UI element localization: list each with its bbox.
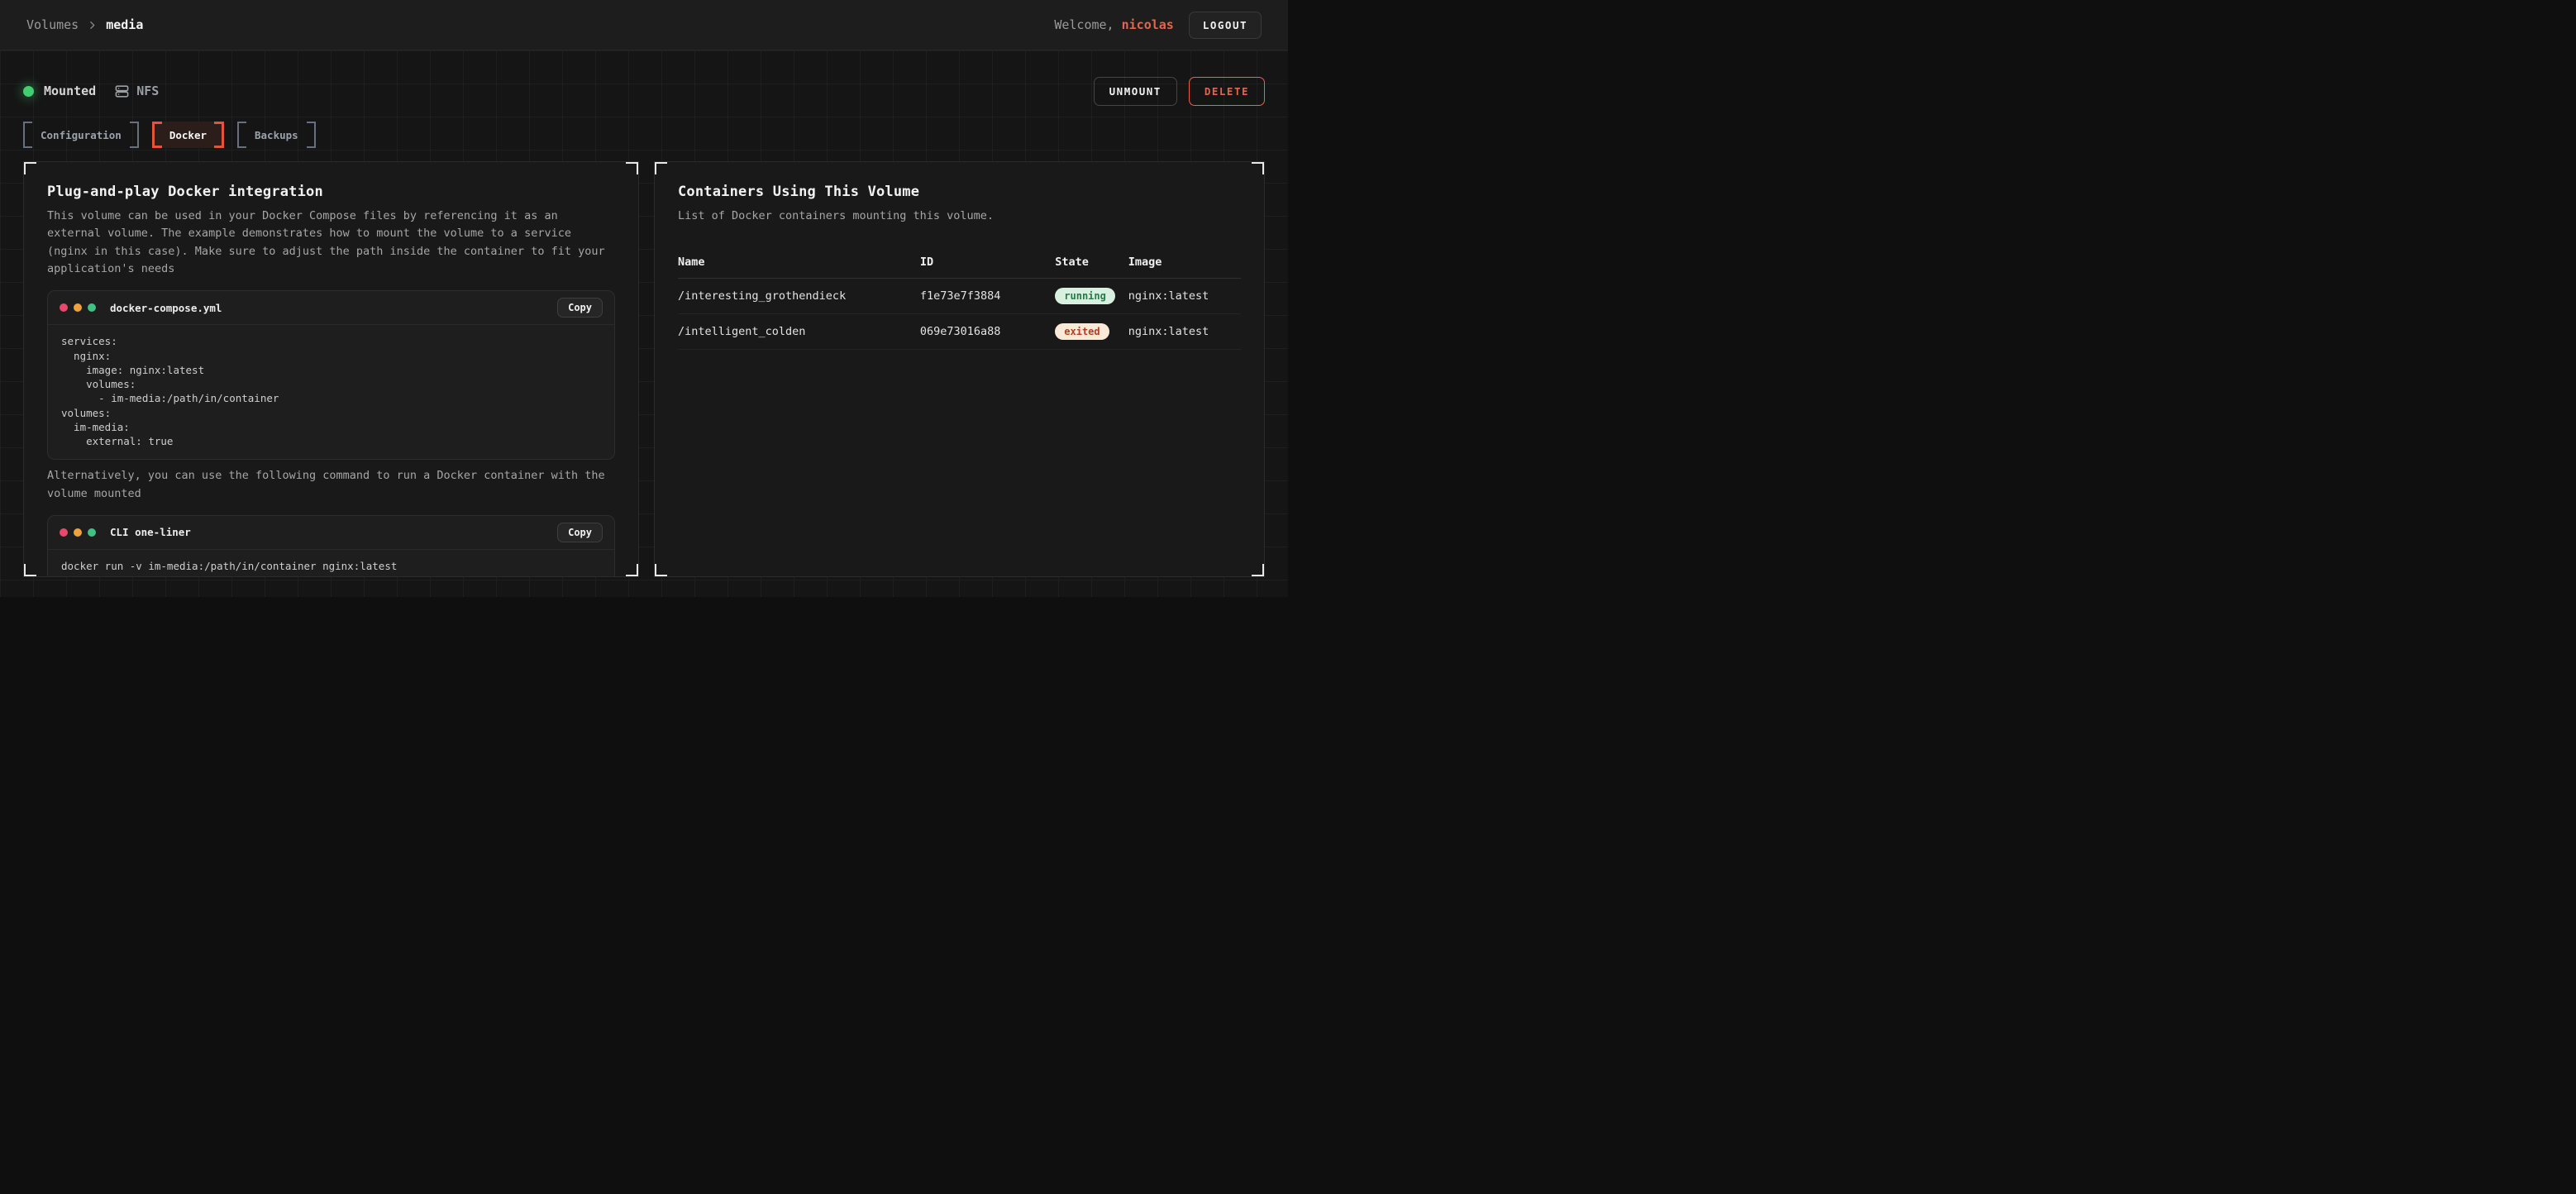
panels: Plug-and-play Docker integration This vo…: [23, 161, 1265, 577]
nfs-type: NFS: [114, 84, 159, 99]
cli-code: docker run -v im-media:/path/in/containe…: [61, 559, 601, 573]
nfs-label: NFS: [136, 84, 159, 98]
tab-backups[interactable]: Backups: [237, 122, 316, 148]
col-header-id: ID: [920, 256, 1055, 269]
copy-compose-button[interactable]: Copy: [557, 298, 603, 318]
tab-docker[interactable]: Docker: [152, 122, 224, 148]
cli-filename: CLI one-liner: [110, 526, 191, 538]
panel-corner-decoration: [23, 564, 36, 577]
compose-filename: docker-compose.yml: [110, 302, 222, 314]
username: nicolas: [1122, 17, 1174, 32]
volume-detail-page: Volumes media Welcome, nicolas LOGOUT Mo…: [0, 0, 1288, 597]
delete-button[interactable]: DELETE: [1189, 77, 1265, 106]
panel-corner-decoration: [1252, 564, 1265, 577]
container-name: /interesting_grothendieck: [678, 289, 920, 303]
breadcrumb-volumes-link[interactable]: Volumes: [26, 17, 79, 32]
container-id: 069e73016a88: [920, 325, 1055, 338]
volume-actions: UNMOUNT DELETE: [1094, 77, 1265, 106]
status-row: Mounted NFS UNMOUNT DELETE: [23, 77, 1265, 105]
tab-configuration[interactable]: Configuration: [23, 122, 139, 148]
chevron-right-icon: [87, 20, 98, 31]
yellow-dot-icon: [74, 303, 82, 312]
traffic-light-dots-icon: [60, 528, 96, 537]
breadcrumb: Volumes media: [26, 17, 143, 32]
panel-corner-decoration: [1252, 161, 1265, 174]
top-bar-right: Welcome, nicolas LOGOUT: [1054, 12, 1262, 39]
cli-code-body: docker run -v im-media:/path/in/containe…: [48, 550, 614, 577]
col-header-state: State: [1055, 256, 1128, 269]
breadcrumb-current-volume: media: [106, 17, 143, 32]
container-id: f1e73e7f3884: [920, 289, 1055, 303]
compose-code-body: services: nginx: image: nginx:latest vol…: [48, 325, 614, 459]
server-stack-icon: [114, 84, 130, 99]
panel-corner-decoration: [654, 161, 667, 174]
table-row: /interesting_grothendieck f1e73e7f3884 r…: [678, 279, 1241, 314]
container-image: nginx:latest: [1128, 289, 1241, 303]
containers-panel: Containers Using This Volume List of Doc…: [654, 161, 1265, 577]
unmount-button[interactable]: UNMOUNT: [1094, 77, 1177, 106]
red-dot-icon: [60, 528, 68, 537]
cli-code-block: CLI one-liner Copy docker run -v im-medi…: [47, 515, 615, 577]
container-image: nginx:latest: [1128, 325, 1241, 338]
compose-code-block: docker-compose.yml Copy services: nginx:…: [47, 290, 615, 460]
cli-intro-text: Alternatively, you can use the following…: [47, 467, 615, 503]
panel-corner-decoration: [626, 564, 639, 577]
traffic-light-dots-icon: [60, 303, 96, 312]
yellow-dot-icon: [74, 528, 82, 537]
panel-corner-decoration: [654, 564, 667, 577]
status-badge: exited: [1055, 323, 1109, 340]
containers-panel-subtitle: List of Docker containers mounting this …: [678, 208, 1241, 225]
cli-code-header: CLI one-liner Copy: [48, 516, 614, 550]
mounted-status-label: Mounted: [44, 84, 96, 98]
green-dot-icon: [88, 528, 96, 537]
tab-bar: Configuration Docker Backups: [23, 122, 1265, 148]
containers-table: Name ID State Image /interesting_grothen…: [678, 246, 1241, 350]
top-bar: Volumes media Welcome, nicolas LOGOUT: [0, 0, 1288, 50]
containers-table-header: Name ID State Image: [678, 246, 1241, 279]
compose-code: services: nginx: image: nginx:latest vol…: [61, 334, 601, 448]
table-row: /intelligent_colden 069e73016a88 exited …: [678, 314, 1241, 350]
docker-panel-title: Plug-and-play Docker integration: [47, 184, 615, 200]
green-dot-icon: [88, 303, 96, 312]
col-header-image: Image: [1128, 256, 1241, 269]
panel-corner-decoration: [626, 161, 639, 174]
welcome-text: Welcome, nicolas: [1054, 17, 1174, 32]
containers-panel-title: Containers Using This Volume: [678, 184, 1241, 200]
welcome-prefix: Welcome,: [1054, 17, 1114, 32]
volume-status: Mounted NFS: [23, 84, 159, 99]
red-dot-icon: [60, 303, 68, 312]
logout-button[interactable]: LOGOUT: [1189, 12, 1262, 39]
docker-integration-panel: Plug-and-play Docker integration This vo…: [23, 161, 639, 577]
panel-corner-decoration: [23, 161, 36, 174]
compose-code-header: docker-compose.yml Copy: [48, 291, 614, 325]
copy-cli-button[interactable]: Copy: [557, 523, 603, 542]
container-name: /intelligent_colden: [678, 325, 920, 338]
container-state: running: [1055, 288, 1128, 304]
col-header-name: Name: [678, 256, 920, 269]
docker-panel-description: This volume can be used in your Docker C…: [47, 208, 615, 278]
mounted-status-dot-icon: [23, 86, 34, 97]
status-badge: running: [1055, 288, 1115, 304]
containers-table-body: /interesting_grothendieck f1e73e7f3884 r…: [678, 279, 1241, 350]
main-content: Mounted NFS UNMOUNT DELETE Configuration…: [0, 50, 1288, 597]
container-state: exited: [1055, 323, 1128, 340]
